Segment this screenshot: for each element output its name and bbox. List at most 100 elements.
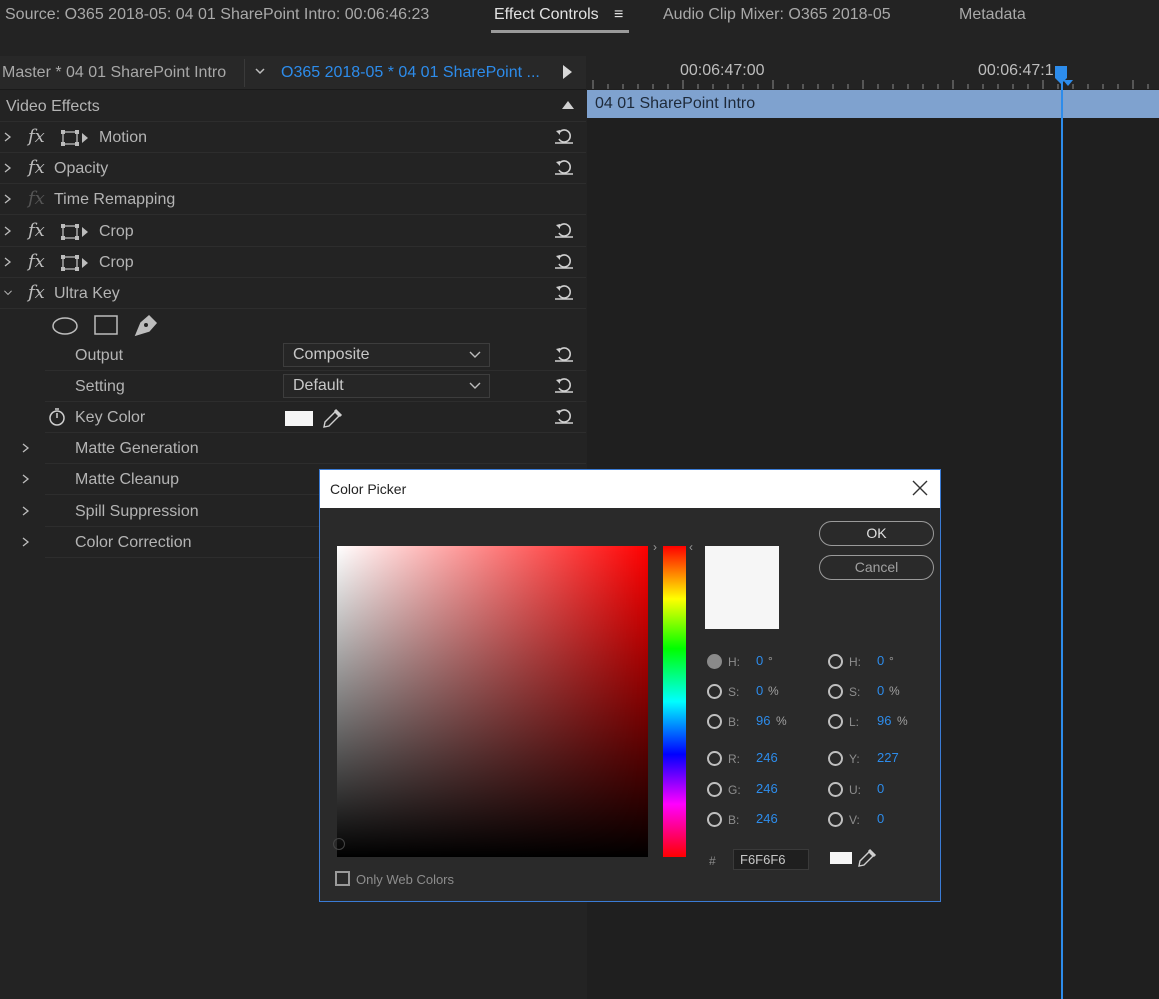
chevron-right-icon[interactable]	[3, 224, 13, 238]
hue-slider-right-arrow: ‹	[689, 540, 693, 554]
pen-mask-icon[interactable]	[133, 313, 159, 337]
hsb-hue-radio[interactable]	[707, 654, 722, 669]
current-color-swatch	[705, 546, 779, 629]
tab-effect-controls[interactable]: Effect Controls	[494, 6, 599, 24]
chevron-down-icon[interactable]	[254, 65, 266, 77]
chevron-right-icon[interactable]	[21, 504, 31, 518]
hsb-saturation-radio[interactable]	[707, 684, 722, 699]
playhead-icon[interactable]	[1053, 66, 1075, 88]
key-color-swatch[interactable]	[285, 411, 313, 426]
dialog-title-bar[interactable]: Color Picker	[320, 470, 940, 508]
cancel-button[interactable]: Cancel	[819, 555, 934, 580]
hsl-lightness-radio[interactable]	[828, 714, 843, 729]
effect-name: Crop	[99, 254, 134, 271]
clip-bar[interactable]: 04 01 SharePoint Intro	[587, 90, 1159, 118]
chevron-right-icon[interactable]	[3, 255, 13, 269]
collapse-triangle-icon[interactable]	[562, 100, 574, 110]
rgb-blue-radio[interactable]	[707, 812, 722, 827]
yuv-y-value[interactable]: 227	[877, 750, 899, 765]
stopwatch-icon[interactable]	[48, 407, 66, 427]
fx-icon[interactable]: fx	[28, 157, 45, 178]
chevron-right-icon[interactable]	[21, 441, 31, 455]
chevron-right-icon[interactable]	[21, 472, 31, 486]
effect-name: Motion	[99, 129, 148, 146]
hsb-hue-value[interactable]: 0	[756, 653, 763, 668]
hue-slider-left-arrow: ›	[653, 540, 657, 554]
color-field-marker[interactable]	[333, 838, 345, 850]
hex-hash-label: #	[709, 854, 716, 868]
yuv-v-radio[interactable]	[828, 812, 843, 827]
chevron-right-icon[interactable]	[3, 192, 13, 206]
yuv-u-value[interactable]: 0	[877, 781, 884, 796]
effect-row-crop[interactable]: fx Crop	[0, 216, 586, 247]
yuv-u-radio[interactable]	[828, 782, 843, 797]
effect-row-motion[interactable]: fx Motion	[0, 122, 586, 153]
tab-source[interactable]: Source: O365 2018-05: 04 01 SharePoint I…	[5, 6, 429, 24]
hsb-saturation-value[interactable]: 0	[756, 683, 763, 698]
rgb-red-radio[interactable]	[707, 751, 722, 766]
time-ruler[interactable]: 00:06:47:00 00:06:47:1	[587, 56, 1159, 89]
hsb-brightness-value[interactable]: 96	[756, 713, 770, 728]
group-row-matte-generation[interactable]: Matte Generation	[22, 433, 586, 464]
fx-icon[interactable]: fx	[28, 282, 45, 303]
effect-row-time-remapping[interactable]: fx Time Remapping	[0, 184, 586, 215]
master-clip-label[interactable]: Master * 04 01 SharePoint Intro	[2, 64, 226, 82]
reset-icon[interactable]	[554, 220, 574, 240]
reset-icon[interactable]	[554, 344, 574, 364]
setting-dropdown[interactable]: Default	[283, 374, 490, 398]
chevron-right-icon[interactable]	[3, 130, 13, 144]
tab-menu-icon[interactable]: ≡	[614, 6, 623, 24]
eyedropper-icon[interactable]	[857, 848, 877, 868]
reset-icon[interactable]	[554, 282, 574, 302]
fx-icon[interactable]: fx	[28, 126, 45, 147]
only-web-colors-checkbox[interactable]	[335, 871, 350, 886]
transform-icon[interactable]	[60, 224, 92, 240]
tab-metadata[interactable]: Metadata	[959, 6, 1026, 24]
reset-icon[interactable]	[554, 406, 574, 426]
chevron-down-icon[interactable]	[3, 286, 13, 300]
yuv-v-value[interactable]: 0	[877, 811, 884, 826]
hsl-hue-value[interactable]: 0	[877, 653, 884, 668]
rgb-blue-value[interactable]: 246	[756, 811, 778, 826]
effect-name: Crop	[99, 223, 134, 240]
hsl-saturation-value[interactable]: 0	[877, 683, 884, 698]
effect-row-opacity[interactable]: fx Opacity	[0, 153, 586, 184]
playhead-line[interactable]	[1061, 68, 1063, 999]
ok-button[interactable]: OK	[819, 521, 934, 546]
ellipse-mask-icon[interactable]	[51, 316, 79, 336]
close-icon[interactable]	[911, 479, 929, 497]
tab-audio-clip-mixer[interactable]: Audio Clip Mixer: O365 2018-05	[663, 6, 891, 24]
rgb-red-value[interactable]: 246	[756, 750, 778, 765]
output-value: Composite	[293, 346, 370, 363]
hsb-brightness-radio[interactable]	[707, 714, 722, 729]
fx-icon[interactable]: fx	[28, 251, 45, 272]
eyedropper-icon[interactable]	[321, 407, 343, 429]
hsl-saturation-radio[interactable]	[828, 684, 843, 699]
rectangle-mask-icon[interactable]	[93, 314, 119, 336]
output-dropdown[interactable]: Composite	[283, 343, 490, 367]
effect-row-crop[interactable]: fx Crop	[0, 247, 586, 278]
transform-icon[interactable]	[60, 130, 92, 146]
effect-row-ultra-key[interactable]: fx Ultra Key	[0, 278, 586, 309]
rgb-green-value[interactable]: 246	[756, 781, 778, 796]
reset-icon[interactable]	[554, 375, 574, 395]
dialog-title: Color Picker	[330, 481, 407, 497]
hue-slider[interactable]	[663, 546, 686, 857]
hsl-lightness-value[interactable]: 96	[877, 713, 891, 728]
reset-icon[interactable]	[554, 251, 574, 271]
chevron-right-icon[interactable]	[3, 161, 13, 175]
yuv-y-radio[interactable]	[828, 751, 843, 766]
saturation-brightness-field[interactable]	[337, 546, 648, 857]
reset-icon[interactable]	[554, 126, 574, 146]
fx-icon[interactable]: fx	[28, 220, 45, 241]
transform-icon[interactable]	[60, 255, 92, 271]
chevron-right-icon[interactable]	[21, 535, 31, 549]
clip-selector-bar: Master * 04 01 SharePoint Intro O365 201…	[0, 56, 586, 90]
hsl-hue-radio[interactable]	[828, 654, 843, 669]
hex-input[interactable]: F6F6F6	[733, 849, 809, 870]
sequence-clip-label[interactable]: O365 2018-05 * 04 01 SharePoint ...	[281, 64, 540, 82]
rgb-green-radio[interactable]	[707, 782, 722, 797]
group-label: Spill Suppression	[75, 503, 199, 520]
reset-icon[interactable]	[554, 157, 574, 177]
play-icon[interactable]	[563, 65, 572, 79]
